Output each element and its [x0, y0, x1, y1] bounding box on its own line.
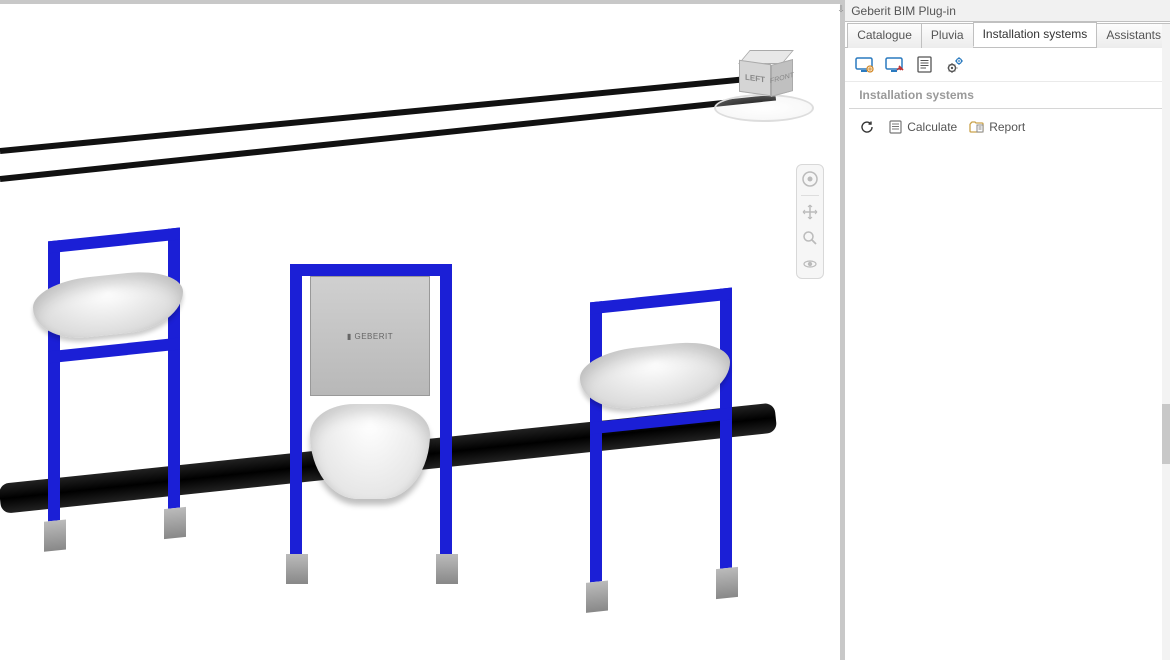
tool-display-1-icon[interactable]: [855, 55, 875, 75]
section-title-text: Installation systems: [859, 88, 974, 102]
viewcube[interactable]: LEFT FRONT: [714, 44, 814, 134]
panel-title-bar: ⇩ Geberit BIM Plug-in: [845, 0, 1170, 22]
tool-display-2-icon[interactable]: [885, 55, 905, 75]
plugin-panel: ⇩ Geberit BIM Plug-in Catalogue Pluvia I…: [844, 0, 1170, 660]
refresh-icon: [859, 119, 875, 135]
cistern-brand-label: ▮ GEBERIT: [347, 332, 393, 341]
pan-icon[interactable]: [800, 202, 820, 222]
calculate-button[interactable]: Calculate: [883, 117, 961, 137]
fixture-wc-center: ▮ GEBERIT: [280, 204, 480, 574]
tool-sheet-icon[interactable]: [915, 55, 935, 75]
tab-pluvia[interactable]: Pluvia: [921, 23, 974, 48]
orbit-icon[interactable]: [800, 254, 820, 274]
tool-settings-icon[interactable]: [945, 55, 965, 75]
viewcube-face-left[interactable]: LEFT: [739, 60, 771, 96]
viewcube-right-label: FRONT: [770, 71, 794, 84]
tab-label: Installation systems: [983, 27, 1088, 41]
panel-scrollbar-thumb[interactable]: [1162, 404, 1170, 464]
panel-tabs: Catalogue Pluvia Installation systems As…: [845, 22, 1170, 48]
panel-scrollbar-track[interactable]: [1162, 24, 1170, 660]
navigation-bar: [796, 164, 824, 279]
calculate-icon: [887, 119, 903, 135]
calculate-label: Calculate: [907, 120, 957, 134]
report-label: Report: [989, 120, 1025, 134]
panel-title: Geberit BIM Plug-in: [851, 4, 956, 18]
tab-assistants[interactable]: Assistants: [1096, 23, 1170, 48]
tab-installation-systems[interactable]: Installation systems: [973, 22, 1098, 47]
zoom-icon[interactable]: [800, 228, 820, 248]
cistern: ▮ GEBERIT: [310, 276, 430, 396]
viewport-3d[interactable]: ▮ GEBERIT LEFT FRONT: [0, 0, 844, 660]
fixture-washbasin-left: [28, 195, 208, 564]
action-row: Calculate Report: [845, 109, 1170, 145]
tab-catalogue[interactable]: Catalogue: [847, 23, 922, 48]
viewcube-front-label: LEFT: [745, 72, 765, 84]
viewcube-face-front[interactable]: FRONT: [771, 59, 793, 97]
report-button[interactable]: Report: [965, 117, 1029, 137]
section-title: Installation systems: [849, 82, 1166, 109]
refresh-button[interactable]: [855, 117, 879, 137]
steering-wheel-icon[interactable]: [800, 169, 820, 189]
tab-label: Catalogue: [857, 28, 912, 42]
tab-label: Pluvia: [931, 28, 964, 42]
fixture-washbasin-right: [570, 273, 770, 644]
report-icon: [969, 119, 985, 135]
panel-collapse-chevron-icon[interactable]: ⇩: [837, 4, 845, 15]
tab-label: Assistants: [1106, 28, 1161, 42]
toolbar: [845, 48, 1170, 82]
